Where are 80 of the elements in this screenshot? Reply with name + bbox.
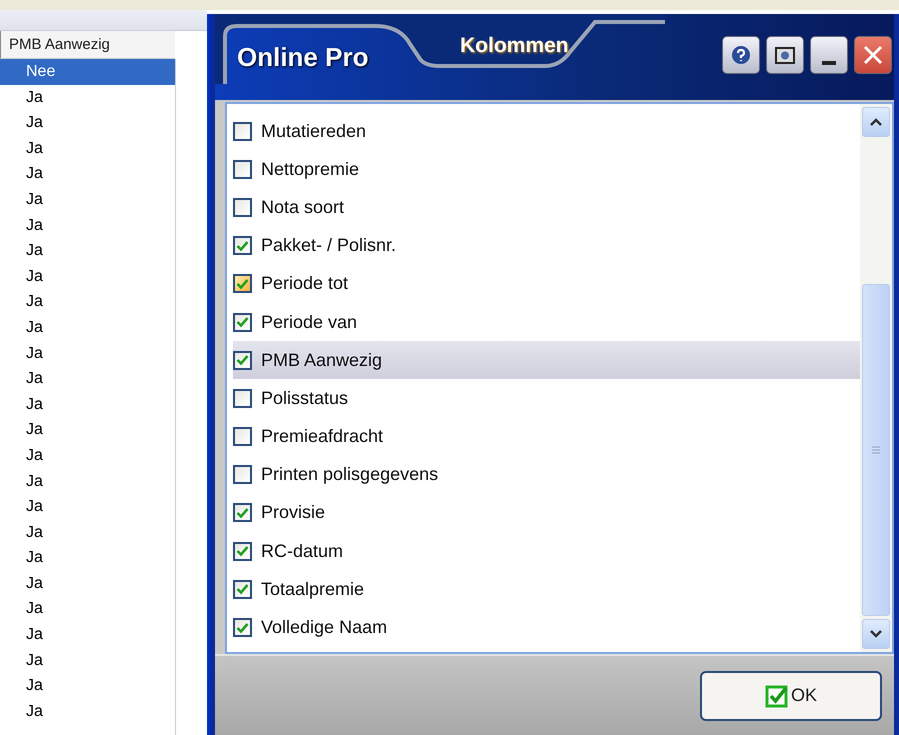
scrollbar[interactable]	[860, 104, 892, 652]
checkmark-icon	[236, 506, 249, 519]
grip-icon	[871, 445, 881, 455]
list-row[interactable]: Ja	[0, 417, 175, 443]
chevron-down-icon	[869, 629, 883, 639]
checkbox[interactable]	[233, 350, 252, 370]
list-row[interactable]: Ja	[0, 673, 175, 699]
checkmark-icon	[764, 684, 789, 708]
checkbox[interactable]	[233, 618, 252, 638]
minimize-button[interactable]	[810, 36, 848, 74]
list-row[interactable]: Ja	[0, 698, 175, 724]
window-title: Kolommen	[460, 34, 569, 58]
checkbox[interactable]	[233, 580, 252, 599]
list-row[interactable]: Ja	[0, 238, 175, 264]
checkbox[interactable]	[233, 503, 252, 522]
list-row[interactable]: Ja	[0, 264, 175, 290]
column-option[interactable]: Premieafdracht	[233, 418, 860, 456]
list-row[interactable]: Ja	[0, 570, 175, 596]
checkbox[interactable]	[233, 122, 252, 141]
list-row[interactable]: Ja	[0, 648, 175, 674]
list-row[interactable]: Ja	[0, 136, 175, 162]
close-button[interactable]	[854, 36, 892, 74]
list-row[interactable]: Ja	[0, 110, 175, 136]
checkmark-icon	[236, 316, 249, 328]
close-icon	[862, 44, 884, 66]
help-button[interactable]	[722, 36, 760, 74]
help-icon	[731, 45, 751, 65]
checkbox[interactable]	[233, 198, 252, 217]
list-row[interactable]: Ja	[0, 442, 175, 468]
checkbox[interactable]	[233, 236, 252, 256]
column-option[interactable]: Periode van	[233, 302, 860, 342]
app-name: Online Pro	[237, 42, 368, 73]
scroll-thumb[interactable]	[862, 284, 890, 616]
list-row[interactable]: Nee	[0, 59, 175, 85]
checkmark-icon	[236, 622, 249, 634]
screenshot-button[interactable]	[766, 36, 804, 74]
list-row[interactable]: Ja	[0, 289, 175, 315]
column-option[interactable]: Printen polisgegevens	[233, 456, 860, 494]
column-option[interactable]: Provisie	[233, 494, 860, 532]
column-option[interactable]: PMB Aanwezig	[233, 341, 860, 380]
column-option[interactable]: Totaalpremie	[233, 570, 860, 608]
list-row[interactable]: Ja	[0, 392, 175, 418]
list-row[interactable]: Ja	[0, 494, 175, 520]
chevron-up-icon	[869, 117, 883, 127]
column-option[interactable]: Nettopremie	[233, 150, 860, 188]
minimize-icon	[822, 61, 836, 65]
list-row[interactable]: Ja	[0, 520, 175, 546]
list-row[interactable]: Ja	[0, 161, 175, 187]
column-option[interactable]: Polisstatus	[233, 379, 860, 418]
checkbox[interactable]	[233, 160, 252, 179]
checkbox[interactable]	[233, 427, 252, 446]
checkmark-icon	[236, 240, 249, 252]
scroll-up-button[interactable]	[862, 107, 890, 137]
checkbox[interactable]	[233, 388, 252, 408]
list-row[interactable]: Ja	[0, 468, 175, 494]
checkbox[interactable]	[233, 465, 252, 484]
list-row[interactable]: Ja	[0, 596, 175, 622]
column-option[interactable]: RC-datum	[233, 532, 860, 570]
scroll-down-button[interactable]	[862, 619, 890, 649]
list-row[interactable]: Ja	[0, 186, 175, 213]
list-row[interactable]: Ja	[0, 84, 175, 110]
camera-icon	[774, 45, 796, 65]
list-row[interactable]: Ja	[0, 366, 175, 392]
checkmark-icon	[236, 545, 249, 558]
column-option[interactable]: Volledige Naam	[233, 608, 860, 647]
list-row[interactable]: Ja	[0, 545, 175, 571]
checkmark-icon	[236, 354, 249, 366]
column-option[interactable]: Mutatiereden	[233, 112, 860, 150]
checkmark-icon	[236, 583, 249, 596]
checkbox[interactable]	[233, 542, 252, 561]
column-option[interactable]: Periode tot	[233, 264, 860, 303]
list-row[interactable]: Ja	[0, 622, 175, 648]
column-option[interactable]: Nota soort	[233, 188, 860, 227]
column-option[interactable]: Pakket- / Polisnr.	[233, 226, 860, 265]
list-row[interactable]: Ja	[0, 212, 175, 238]
column-header[interactable]: PMB Aanwezig	[0, 31, 175, 59]
ok-button[interactable]: OK	[700, 670, 882, 720]
list-row[interactable]: Ja	[0, 340, 175, 366]
checkbox[interactable]	[233, 312, 252, 332]
list-row[interactable]: Ja	[0, 314, 175, 341]
